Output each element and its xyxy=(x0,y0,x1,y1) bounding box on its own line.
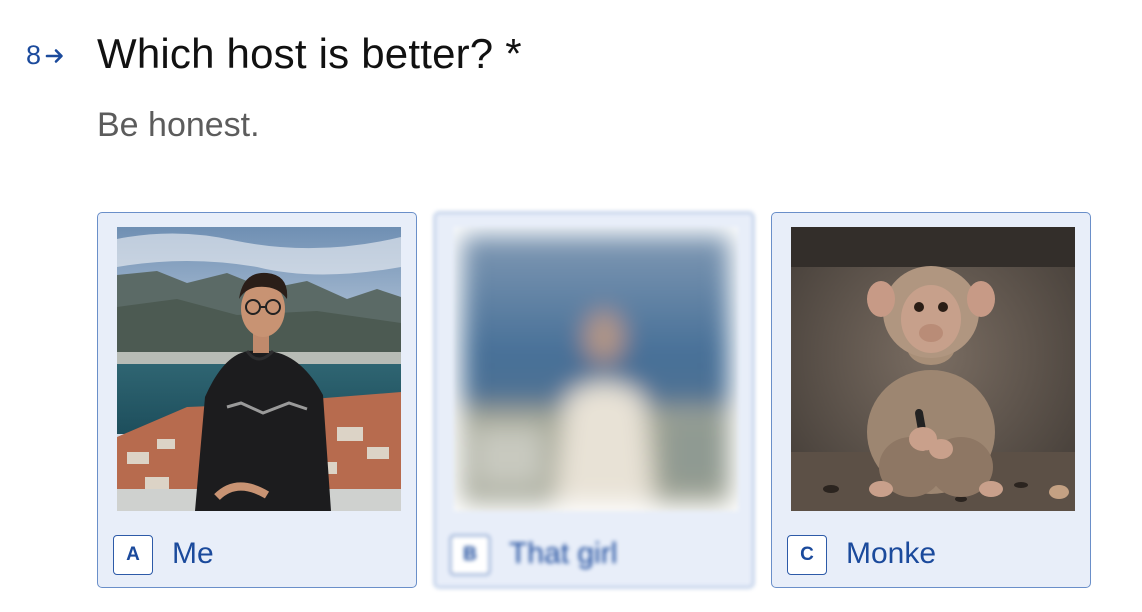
choice-label-b: That girl xyxy=(509,537,618,570)
question-title: Which host is better? * xyxy=(97,30,522,77)
choice-key-b: B xyxy=(450,535,490,575)
form-question-page: 8 Which host is better? * Be honest. A M… xyxy=(0,0,1142,612)
choice-key-a: A xyxy=(113,535,153,575)
choice-card-b[interactable]: B That girl xyxy=(434,212,754,588)
question-number: 8 xyxy=(26,40,65,71)
question-number-text: 8 xyxy=(26,40,42,70)
choice-card-a[interactable]: A Me xyxy=(97,212,417,588)
choice-label-a: Me xyxy=(172,537,214,570)
choice-key-c: C xyxy=(787,535,827,575)
choice-card-c[interactable]: C Monke xyxy=(771,212,1091,588)
man-on-mountain-photo xyxy=(117,227,401,511)
arrow-right-icon xyxy=(45,46,65,66)
choice-list: A Me B That girl C Monke xyxy=(97,212,1091,588)
question-description: Be honest. xyxy=(97,106,260,144)
monkey-photo xyxy=(791,227,1075,511)
choice-label-c: Monke xyxy=(846,537,937,570)
blurred-person-photo xyxy=(454,227,738,511)
